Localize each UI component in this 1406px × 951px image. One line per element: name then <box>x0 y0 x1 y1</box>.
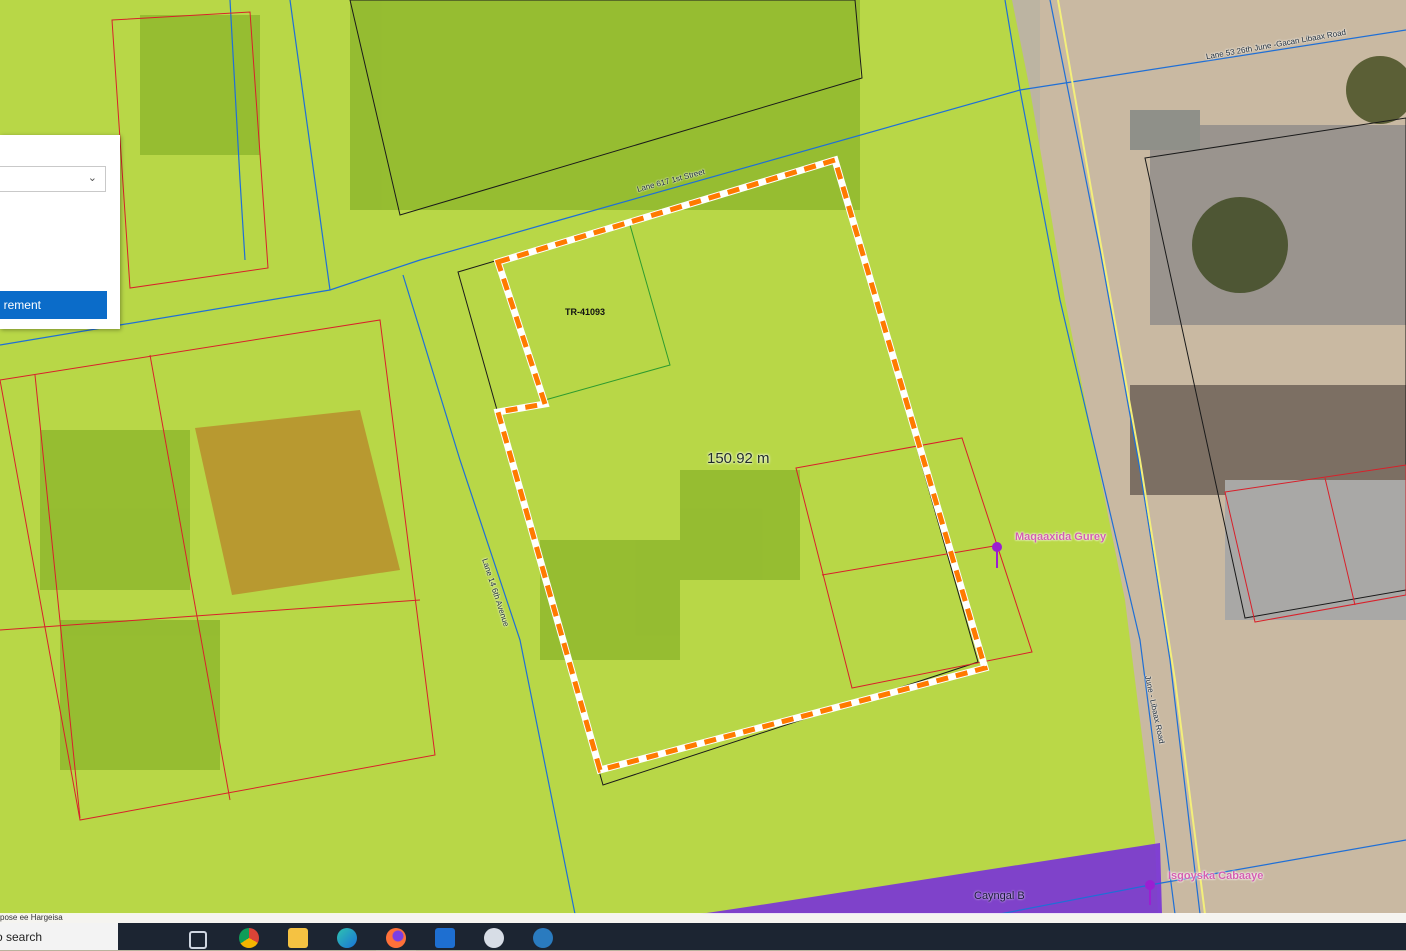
mail-icon[interactable] <box>435 928 455 948</box>
measurement-button[interactable]: rement <box>0 291 107 319</box>
measurement-label: 150.92 m <box>707 450 770 467</box>
parcel-id-label: TR-41093 <box>565 307 606 317</box>
compound-east <box>1130 385 1406 495</box>
chevron-down-icon: ⌄ <box>87 172 97 184</box>
building-east <box>1225 480 1406 620</box>
map-canvas[interactable] <box>0 0 1406 914</box>
area-label-cayngal: Cayngal B <box>974 890 1025 902</box>
chrome-icon[interactable] <box>239 928 259 948</box>
poi-label-isgoyska[interactable]: Isgoyska Cabaaye <box>1168 870 1263 882</box>
edge-icon[interactable] <box>337 928 357 948</box>
app-icon[interactable] <box>533 928 553 948</box>
side-panel: ⌄ rement <box>0 135 120 329</box>
panel-select[interactable]: ⌄ <box>0 166 106 192</box>
map-view[interactable]: Lane 617 1st Street Lane 14 6th Avenue L… <box>0 0 1406 914</box>
taskbar-search[interactable]: o search <box>0 923 118 950</box>
taskbar: o search <box>0 923 1406 951</box>
file-explorer-icon[interactable] <box>288 928 308 948</box>
tree <box>1192 197 1288 293</box>
map-attribution: pose ee Hargeisa <box>0 913 1406 923</box>
poi-label-maqaaxida[interactable]: Maqaaxida Gurey <box>1015 531 1106 543</box>
satellite-icon[interactable] <box>484 928 504 948</box>
firefox-icon[interactable] <box>376 923 416 951</box>
building-east <box>1130 110 1200 150</box>
task-view-icon[interactable] <box>189 931 207 949</box>
